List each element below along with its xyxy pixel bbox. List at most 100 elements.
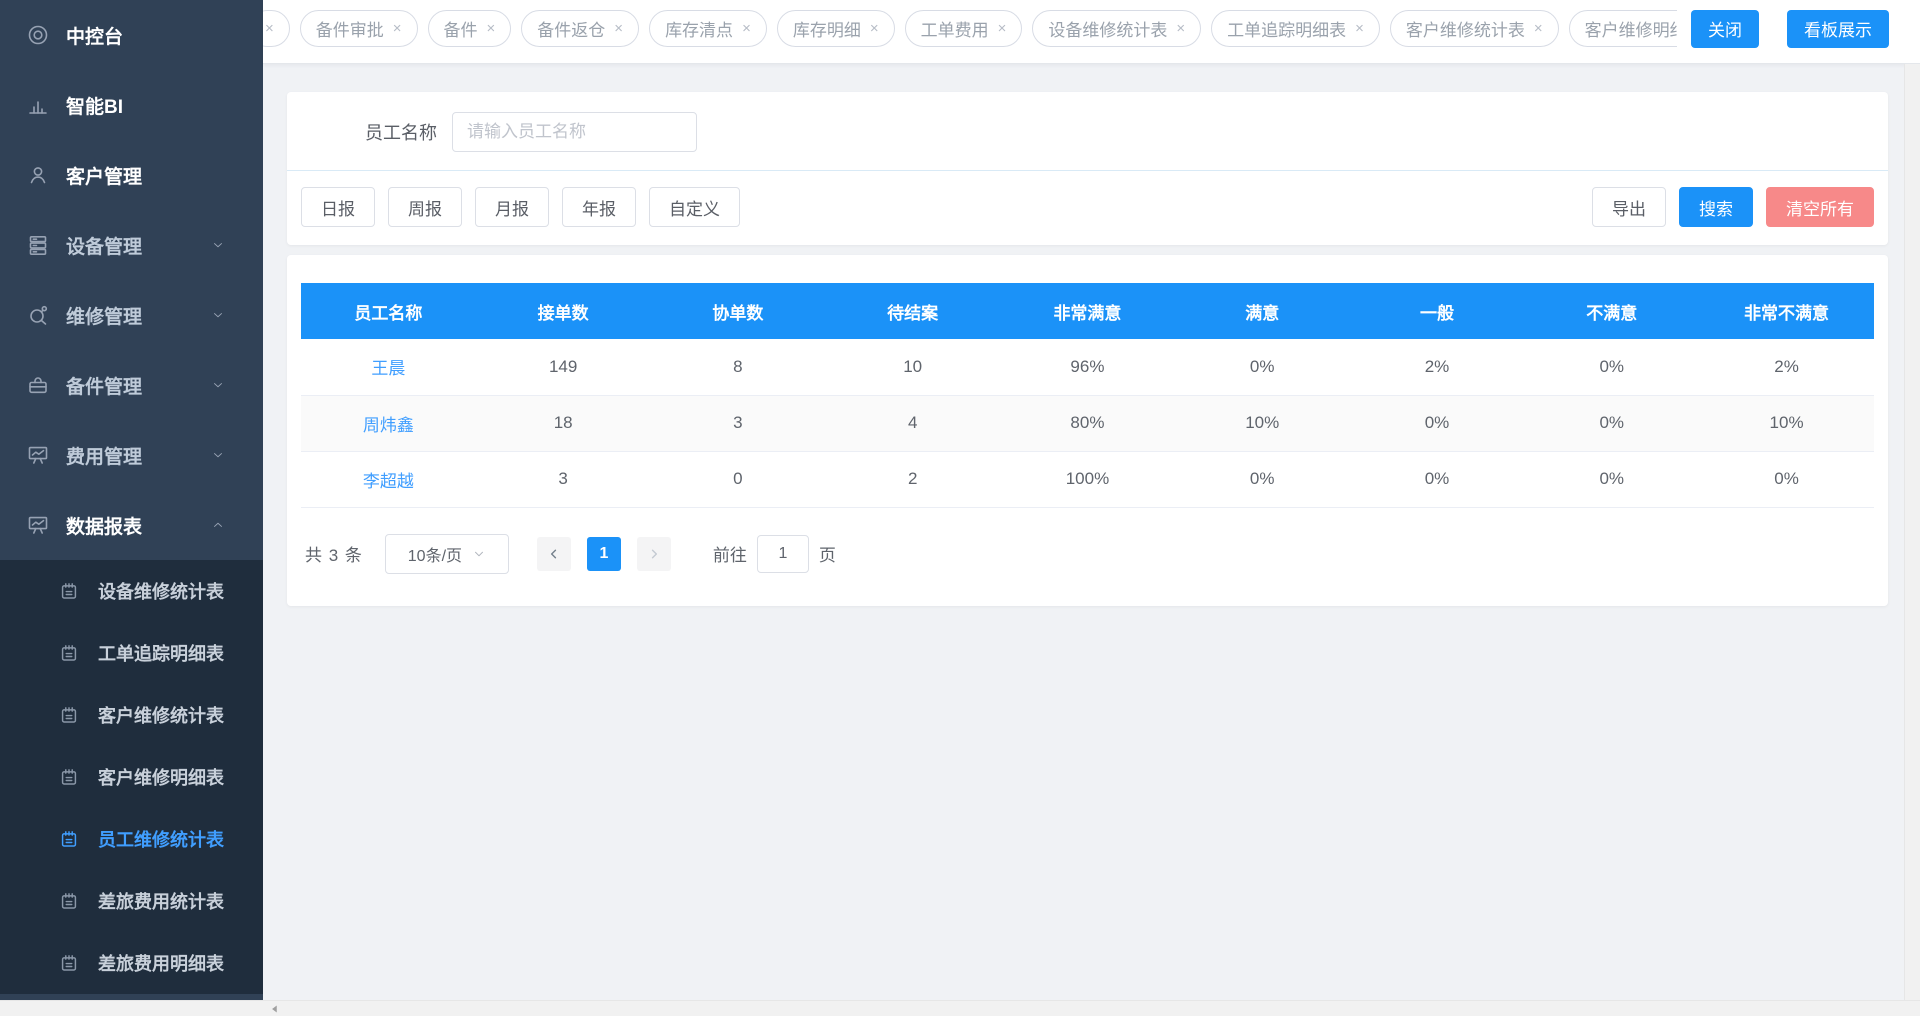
goto-page-input[interactable] bbox=[757, 535, 809, 573]
sidebar-item-1[interactable]: 智能BI bbox=[0, 70, 263, 140]
device-icon bbox=[26, 233, 50, 257]
employee-name-link[interactable]: 李超越 bbox=[301, 451, 476, 507]
pagination-total: 共 3 条 bbox=[305, 541, 363, 566]
table-cell: 3 bbox=[476, 451, 651, 507]
tab-8[interactable]: 工单追踪明细表 × bbox=[1211, 10, 1380, 47]
table-cell: 10% bbox=[1175, 395, 1350, 451]
chevron-down-icon bbox=[472, 547, 486, 561]
table-cell: 0% bbox=[1524, 451, 1699, 507]
tab-label: 库存明细 bbox=[793, 16, 861, 41]
tab-close-icon[interactable]: × bbox=[393, 21, 402, 36]
table-cell: 2 bbox=[825, 451, 1000, 507]
chevron-down-icon bbox=[211, 378, 225, 392]
table-cell: 0% bbox=[1350, 451, 1525, 507]
table-cell: 0 bbox=[651, 451, 826, 507]
scroll-left-arrow-icon bbox=[268, 1002, 282, 1016]
tab-close-icon[interactable]: × bbox=[614, 21, 623, 36]
sidebar-subitem-1[interactable]: 工单追踪明细表 bbox=[0, 622, 263, 684]
tab-4[interactable]: 库存清点 × bbox=[649, 10, 767, 47]
period-button-0[interactable]: 日报 bbox=[301, 187, 375, 227]
sidebar-submenu: 设备维修统计表工单追踪明细表客户维修统计表客户维修明细表员工维修统计表差旅费用统… bbox=[0, 560, 263, 994]
period-button-4[interactable]: 自定义 bbox=[649, 187, 740, 227]
employee-name-input[interactable] bbox=[452, 112, 697, 152]
column-header-6: 一般 bbox=[1350, 283, 1525, 339]
export-button[interactable]: 导出 bbox=[1592, 187, 1666, 227]
tab-close-icon[interactable]: × bbox=[742, 21, 751, 36]
horizontal-scrollbar[interactable] bbox=[0, 1000, 1920, 1016]
tab-9[interactable]: 客户维修统计表 × bbox=[1390, 10, 1559, 47]
table-cell: 149 bbox=[476, 339, 651, 395]
sidebar-item-3[interactable]: 设备管理 bbox=[0, 210, 263, 280]
sidebar-item-5[interactable]: 备件管理 bbox=[0, 350, 263, 420]
tab-close-icon[interactable]: × bbox=[487, 21, 496, 36]
goto-label: 前往 bbox=[713, 541, 747, 566]
sidebar-item-label: 智能BI bbox=[66, 92, 123, 119]
sidebar-item-6[interactable]: 费用管理 bbox=[0, 420, 263, 490]
customer-icon bbox=[26, 163, 50, 187]
tab-7[interactable]: 设备维修统计表 × bbox=[1032, 10, 1201, 47]
tab-close-icon[interactable]: × bbox=[870, 21, 879, 36]
sidebar-item-label: 数据报表 bbox=[66, 512, 142, 539]
sidebar-subitem-6[interactable]: 差旅费用明细表 bbox=[0, 932, 263, 994]
tab-label: 设备维修统计表 bbox=[1048, 16, 1167, 41]
period-button-1[interactable]: 周报 bbox=[388, 187, 462, 227]
tab-5[interactable]: 库存明细 × bbox=[777, 10, 895, 47]
table-cell: 10 bbox=[825, 339, 1000, 395]
chevron-down-icon bbox=[211, 308, 225, 322]
sidebar-subitem-label: 差旅费用明细表 bbox=[98, 950, 224, 976]
sidebar-item-0[interactable]: 中控台 bbox=[0, 0, 263, 70]
chevron-down-icon bbox=[211, 238, 225, 252]
table-cell: 0% bbox=[1175, 339, 1350, 395]
sidebar: 中控台智能BI 客户管理设备管理维修管理备件管理费用管理数据报表设备维修统计表工单… bbox=[0, 0, 263, 1000]
sidebar-subitem-0[interactable]: 设备维修统计表 bbox=[0, 560, 263, 622]
table-row-0: 王晨14981096%0%2%0%2% bbox=[301, 339, 1874, 395]
table-cell: 0% bbox=[1699, 451, 1874, 507]
sidebar-subitem-2[interactable]: 客户维修统计表 bbox=[0, 684, 263, 746]
sidebar-subitem-3[interactable]: 客户维修明细表 bbox=[0, 746, 263, 808]
search-button[interactable]: 搜索 bbox=[1679, 187, 1753, 227]
tab-label: 客户维修明细表 bbox=[1585, 16, 1677, 41]
employee-name-link[interactable]: 周炜鑫 bbox=[301, 395, 476, 451]
tab-close-icon[interactable]: × bbox=[265, 21, 274, 36]
period-button-2[interactable]: 月报 bbox=[475, 187, 549, 227]
tab-6[interactable]: 工单费用× bbox=[905, 10, 1023, 47]
tab-1[interactable]: 备件审批× bbox=[300, 10, 418, 47]
prev-page-button[interactable] bbox=[537, 537, 571, 571]
tab-label: 工单追踪明细表 bbox=[1227, 16, 1346, 41]
tab-partial[interactable]: × bbox=[263, 10, 290, 47]
notebook-icon bbox=[58, 704, 80, 726]
sidebar-item-4[interactable]: 维修管理 bbox=[0, 280, 263, 350]
employee-name-link[interactable]: 王晨 bbox=[301, 339, 476, 395]
sidebar-item-2[interactable]: 客户管理 bbox=[0, 140, 263, 210]
sidebar-item-7[interactable]: 数据报表 bbox=[0, 490, 263, 560]
table-panel: 员工名称接单数协单数待结案非常满意满意一般不满意非常不满意 王晨14981096… bbox=[287, 255, 1888, 606]
tab-2[interactable]: 备件× bbox=[428, 10, 512, 47]
table-cell: 8 bbox=[651, 339, 826, 395]
tab-label: 库存清点 bbox=[665, 16, 733, 41]
sidebar-subitem-4[interactable]: 员工维修统计表 bbox=[0, 808, 263, 870]
tab-3[interactable]: 备件返仓× bbox=[521, 10, 639, 47]
employee-stats-table: 员工名称接单数协单数待结案非常满意满意一般不满意非常不满意 王晨14981096… bbox=[301, 283, 1874, 508]
filter-button-row: 日报周报月报年报自定义 导出 搜索 清空所有 bbox=[287, 171, 1888, 245]
tab-close-icon[interactable]: × bbox=[1355, 21, 1364, 36]
table-header-row: 员工名称接单数协单数待结案非常满意满意一般不满意非常不满意 bbox=[301, 283, 1874, 339]
period-button-3[interactable]: 年报 bbox=[562, 187, 636, 227]
tab-10[interactable]: 客户维修明细表× bbox=[1569, 10, 1677, 47]
next-page-button[interactable] bbox=[637, 537, 671, 571]
clear-all-button[interactable]: 清空所有 bbox=[1766, 187, 1874, 227]
page-number-button[interactable]: 1 bbox=[587, 537, 621, 571]
tab-close-icon[interactable]: × bbox=[998, 21, 1007, 36]
board-display-button[interactable]: 看板展示 bbox=[1787, 10, 1889, 48]
page-size-select[interactable]: 10条/页 bbox=[385, 534, 509, 574]
tab-close-icon[interactable]: × bbox=[1176, 21, 1185, 36]
table-cell: 100% bbox=[1000, 451, 1175, 507]
vertical-scrollbar[interactable] bbox=[1904, 64, 1920, 1000]
tab-close-icon[interactable]: × bbox=[1534, 21, 1543, 36]
sidebar-item-label: 备件管理 bbox=[66, 372, 142, 399]
chevron-left-icon bbox=[547, 547, 561, 561]
content-area: 员工名称 日报周报月报年报自定义 导出 搜索 清空所有 员工名称接单数协单数待结… bbox=[263, 64, 1920, 1016]
sidebar-item-label: 中控台 bbox=[66, 22, 123, 49]
close-button[interactable]: 关闭 bbox=[1691, 10, 1759, 48]
sidebar-subitem-5[interactable]: 差旅费用统计表 bbox=[0, 870, 263, 932]
tab-label: 客户维修统计表 bbox=[1406, 16, 1525, 41]
